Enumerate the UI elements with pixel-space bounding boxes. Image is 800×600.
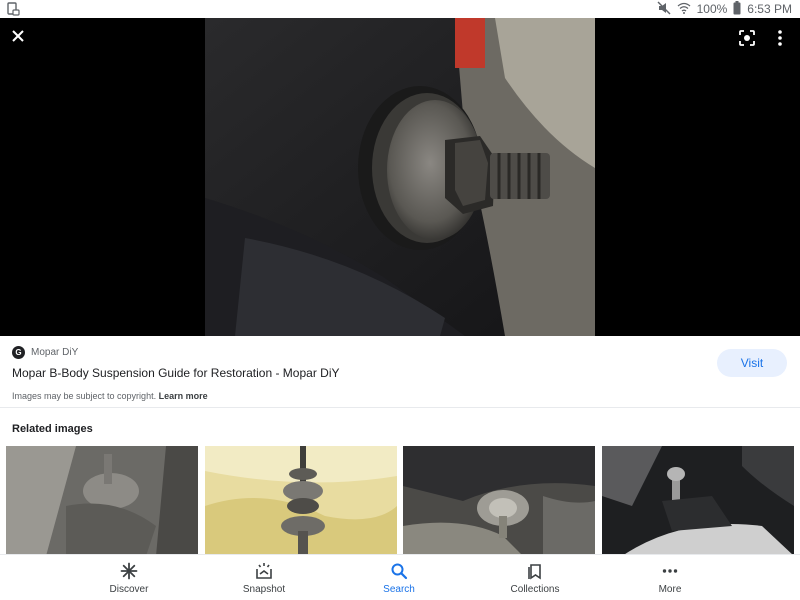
tab-collections[interactable]: Collections	[490, 561, 580, 599]
main-image[interactable]	[205, 18, 595, 336]
copyright-notice: Images may be subject to copyright. Lear…	[12, 391, 208, 401]
tab-more-label: More	[658, 584, 682, 595]
tab-discover[interactable]: Discover	[84, 561, 174, 599]
tab-snapshot[interactable]: Snapshot	[219, 561, 309, 599]
search-icon	[389, 561, 409, 581]
result-info: G Mopar DiY Mopar B-Body Suspension Guid…	[0, 336, 800, 408]
learn-more-link[interactable]: Learn more	[159, 391, 208, 401]
tab-snapshot-label: Snapshot	[242, 584, 286, 595]
tab-collections-label: Collections	[510, 584, 560, 595]
bottom-navigation: Discover Snapshot Search Collections Mor…	[0, 554, 800, 600]
related-images-grid	[0, 446, 800, 556]
wifi-icon	[677, 1, 691, 18]
related-image-1[interactable]	[6, 446, 198, 556]
source-name: Mopar DiY	[31, 347, 79, 358]
related-image-2[interactable]	[205, 446, 397, 556]
battery-icon	[733, 0, 741, 18]
close-icon	[12, 30, 24, 42]
lens-button[interactable]	[736, 27, 758, 49]
source-row[interactable]: G Mopar DiY	[12, 346, 78, 359]
tab-more[interactable]: More	[625, 561, 715, 599]
bookmark-icon	[525, 561, 545, 581]
source-favicon: G	[12, 346, 25, 359]
status-bar: 100% 6:53 PM	[0, 0, 800, 18]
result-title[interactable]: Mopar B-Body Suspension Guide for Restor…	[12, 366, 340, 380]
clock: 6:53 PM	[747, 2, 792, 16]
snapshot-icon	[254, 561, 274, 581]
battery-percent: 100%	[696, 2, 728, 16]
more-vert-icon	[778, 30, 782, 46]
more-options-button[interactable]	[772, 27, 788, 49]
tab-search-label: Search	[383, 584, 415, 595]
close-button[interactable]	[8, 26, 28, 46]
visit-button[interactable]: Visit	[717, 349, 787, 377]
related-image-3[interactable]	[403, 446, 595, 556]
lens-icon	[739, 30, 755, 46]
image-viewer	[0, 18, 800, 336]
asterisk-icon	[119, 561, 139, 581]
screenshot-notification-icon	[6, 2, 20, 16]
more-horiz-icon	[660, 561, 680, 581]
copyright-text: Images may be subject to copyright.	[12, 391, 157, 401]
related-images-heading: Related images	[12, 423, 93, 435]
tab-discover-label: Discover	[109, 584, 149, 595]
tab-search[interactable]: Search	[354, 561, 444, 599]
related-image-4[interactable]	[602, 446, 794, 556]
mute-icon	[657, 1, 671, 18]
